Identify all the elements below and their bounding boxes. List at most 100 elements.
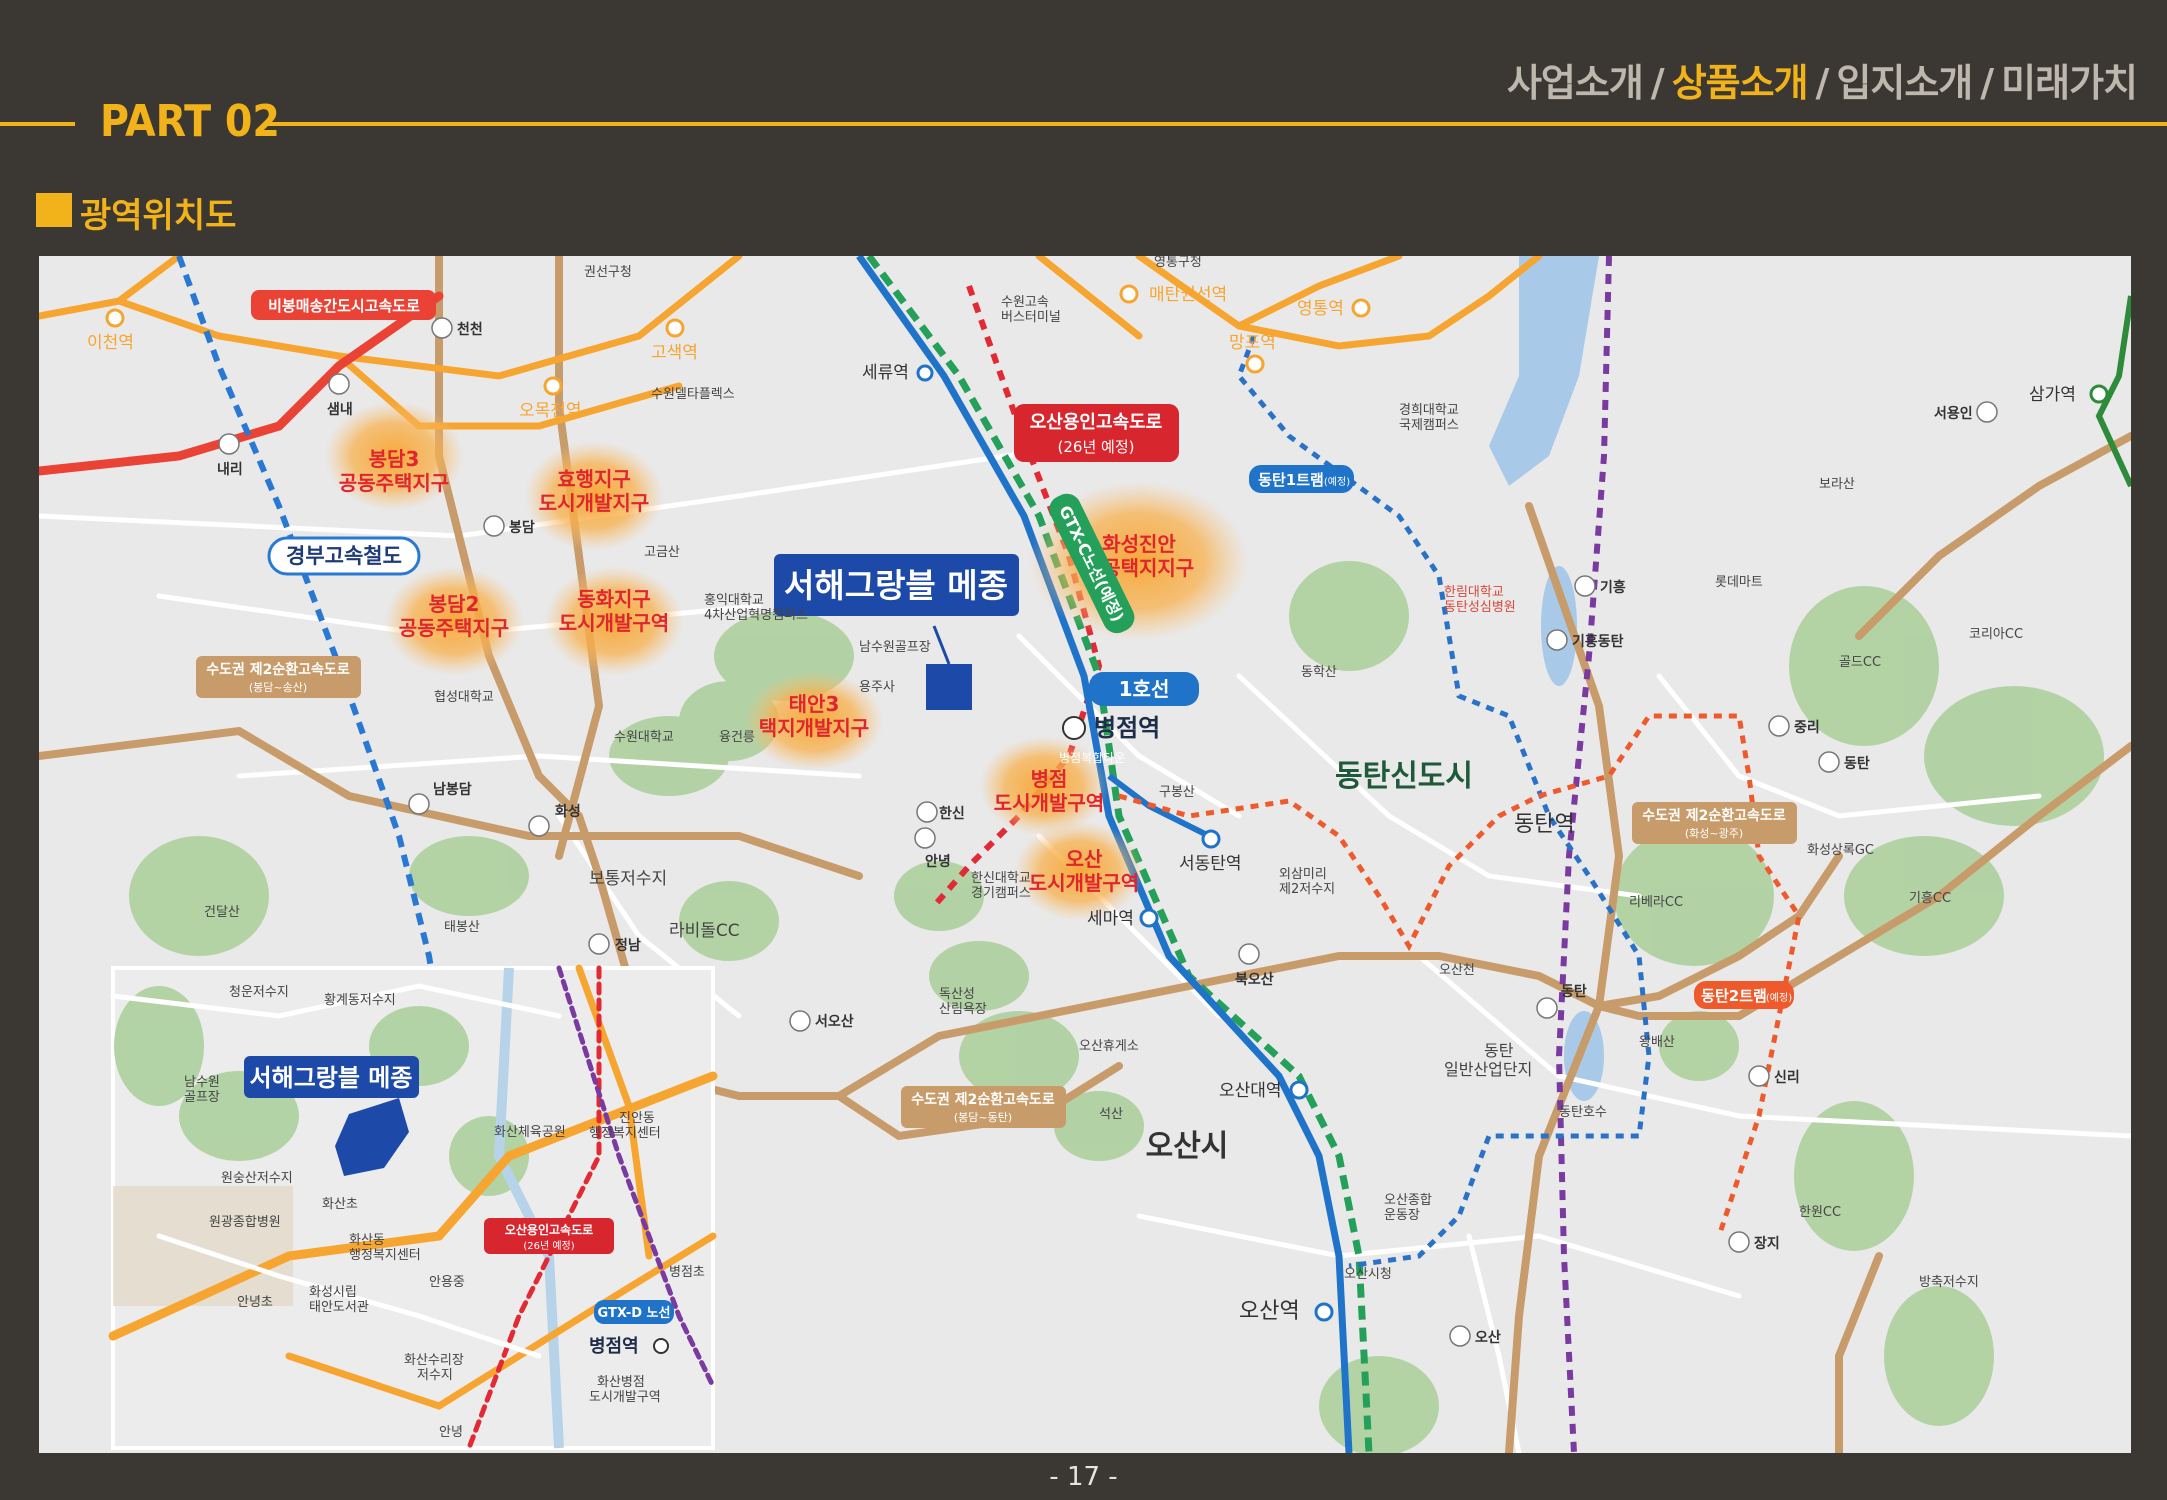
svg-text:내리: 내리: [217, 462, 243, 478]
svg-text:안녕: 안녕: [439, 1425, 463, 1440]
svg-text:외삼미리제2저수지: 외삼미리 제2저수지: [1279, 867, 1335, 897]
svg-text:오산역: 오산역: [1239, 1299, 1300, 1324]
svg-text:화산체육공원: 화산체육공원: [494, 1125, 566, 1140]
svg-text:세류역: 세류역: [862, 363, 909, 383]
svg-text:한신: 한신: [939, 806, 965, 822]
svg-text:보통저수지: 보통저수지: [589, 869, 667, 889]
svg-text:구봉산: 구봉산: [1159, 785, 1195, 800]
svg-text:정남: 정남: [615, 937, 641, 954]
svg-text:기흥CC: 기흥CC: [1909, 891, 1951, 906]
inset-site-tag: 서해그랑블 메종: [250, 1064, 413, 1092]
header-rule-left: [0, 122, 75, 126]
tag-line1: 1호선: [1119, 677, 1170, 701]
svg-text:오산대역: 오산대역: [1219, 1081, 1282, 1101]
svg-text:기흥: 기흥: [1600, 579, 1626, 596]
header-rule-right: [266, 122, 2167, 126]
svg-text:건달산: 건달산: [204, 905, 240, 920]
nav-future-value[interactable]: 미래가치: [2001, 61, 2138, 105]
tag-ring-3-sub: (화성~광주): [1685, 827, 1743, 840]
svg-text:코리아CC: 코리아CC: [1969, 627, 2023, 642]
nav-business-intro[interactable]: 사업소개: [1507, 61, 1644, 105]
tag-ring-3: 수도권 제2순환고속도로: [1642, 807, 1786, 824]
svg-text:병점초: 병점초: [669, 1265, 705, 1280]
svg-text:장지: 장지: [1754, 1235, 1780, 1252]
svg-text:서오산: 서오산: [815, 1013, 854, 1030]
section-title: 광역위치도: [80, 196, 237, 236]
svg-text:황계동저수지: 황계동저수지: [324, 993, 396, 1008]
svg-text:골드CC: 골드CC: [1839, 655, 1881, 670]
svg-text:화성: 화성: [555, 804, 581, 820]
site-marker[interactable]: [926, 664, 972, 710]
svg-text:왕배산: 왕배산: [1639, 1035, 1675, 1050]
svg-text:권선구청: 권선구청: [584, 265, 632, 280]
svg-text:북오산: 북오산: [1235, 971, 1274, 988]
svg-text:청운저수지: 청운저수지: [229, 985, 289, 1000]
svg-text:보라산: 보라산: [1819, 477, 1855, 492]
tag-tram1-sub: (예정): [1324, 476, 1350, 488]
tag-tram2: 동탄2트램: [1701, 987, 1767, 1005]
svg-text:오산: 오산: [1475, 1329, 1501, 1346]
svg-text:동탄역: 동탄역: [1514, 812, 1575, 837]
svg-text:망포역: 망포역: [1229, 333, 1276, 353]
svg-text:남수원골프장: 남수원골프장: [859, 640, 931, 655]
svg-text:중리: 중리: [1794, 720, 1820, 736]
svg-text:화산초: 화산초: [322, 1197, 358, 1212]
svg-text:서용인: 서용인: [1934, 405, 1973, 422]
section-marker: [36, 193, 72, 227]
svg-text:석산: 석산: [1099, 1107, 1123, 1122]
svg-text:방축저수지: 방축저수지: [1919, 1275, 1979, 1290]
svg-text:세마역: 세마역: [1087, 909, 1134, 929]
svg-text:고색역: 고색역: [651, 343, 698, 363]
svg-text:이천역: 이천역: [87, 333, 134, 353]
svg-text:매탄권선역: 매탄권선역: [1149, 285, 1227, 305]
svg-text:한신대학교경기캠퍼스: 한신대학교 경기캠퍼스: [971, 871, 1031, 901]
svg-text:천천: 천천: [457, 322, 483, 338]
tag-ring-2-sub: (봉담~동탄): [954, 1111, 1012, 1124]
tag-gyeongbu: 경부고속철도: [286, 544, 402, 568]
svg-text:고금산: 고금산: [644, 545, 680, 560]
svg-text:원광종합병원: 원광종합병원: [209, 1215, 281, 1230]
page-number: - 17 -: [1049, 1462, 1118, 1492]
inset-station-marker: [653, 1338, 669, 1354]
inset-osan-yongin-tag: 오산용인고속도로: [505, 1222, 593, 1237]
svg-text:수원델타플렉스: 수원델타플렉스: [651, 387, 735, 402]
svg-text:병점복합타운: 병점복합타운: [1059, 751, 1125, 765]
tag-bibong-maesong: 비봉매송간도시고속도로: [268, 297, 420, 315]
svg-text:용주사: 용주사: [859, 680, 895, 695]
part-label: PART 02: [100, 96, 280, 147]
svg-text:동탄: 동탄: [1844, 755, 1870, 772]
svg-text:동탄: 동탄: [1561, 983, 1587, 1000]
svg-text:신리: 신리: [1774, 1070, 1800, 1086]
svg-text:기흥동탄: 기흥동탄: [1572, 633, 1624, 650]
svg-text:동학산: 동학산: [1301, 665, 1337, 680]
svg-text:태봉산: 태봉산: [444, 920, 480, 935]
tag-osan-yongin: 오산용인고속도로: [1030, 412, 1162, 433]
nav-product-intro[interactable]: 상품소개: [1672, 61, 1809, 105]
tag-ring-2: 수도권 제2순환고속도로: [911, 1091, 1055, 1108]
section-nav: 사업소개 / 상품소개 / 입지소개 / 미래가치: [1507, 52, 2138, 107]
inset-osan-yongin-sub: (26년 예정): [523, 1240, 574, 1252]
svg-text:삼가역: 삼가역: [2029, 385, 2076, 405]
regional-location-map: 서해그랑블 메종 봉담3 공동주택지구 효행지구 도시개발지구 봉담2 공동주택지구 …: [39, 256, 2131, 1453]
svg-text:리베라CC: 리베라CC: [1629, 895, 1683, 910]
nav-location-intro[interactable]: 입지소개: [1836, 61, 1973, 105]
svg-text:한원CC: 한원CC: [1799, 1205, 1841, 1220]
svg-text:영통구청: 영통구청: [1154, 256, 1202, 270]
svg-text:안용중: 안용중: [429, 1275, 465, 1290]
city-osan: 오산시: [1146, 1129, 1229, 1164]
svg-text:수원대학교: 수원대학교: [614, 730, 674, 745]
tag-osan-yongin-sub: (26년 예정): [1058, 438, 1135, 456]
svg-text:오산천: 오산천: [1439, 963, 1475, 978]
svg-text:오목천역: 오목천역: [519, 401, 582, 421]
svg-text:영통역: 영통역: [1297, 299, 1344, 319]
tag-ring-1: 수도권 제2순환고속도로: [206, 661, 350, 678]
nav-separator: /: [1650, 61, 1665, 105]
svg-text:화성상록GC: 화성상록GC: [1807, 843, 1874, 858]
inset-station: 병점역: [589, 1336, 639, 1357]
svg-text:안녕초: 안녕초: [237, 1295, 273, 1310]
svg-text:롯데마트: 롯데마트: [1715, 575, 1763, 590]
nav-separator: /: [1980, 61, 1994, 105]
city-dongtan: 동탄신도시: [1335, 759, 1473, 794]
nav-separator: /: [1815, 61, 1830, 105]
svg-text:오산휴게소: 오산휴게소: [1079, 1039, 1139, 1054]
